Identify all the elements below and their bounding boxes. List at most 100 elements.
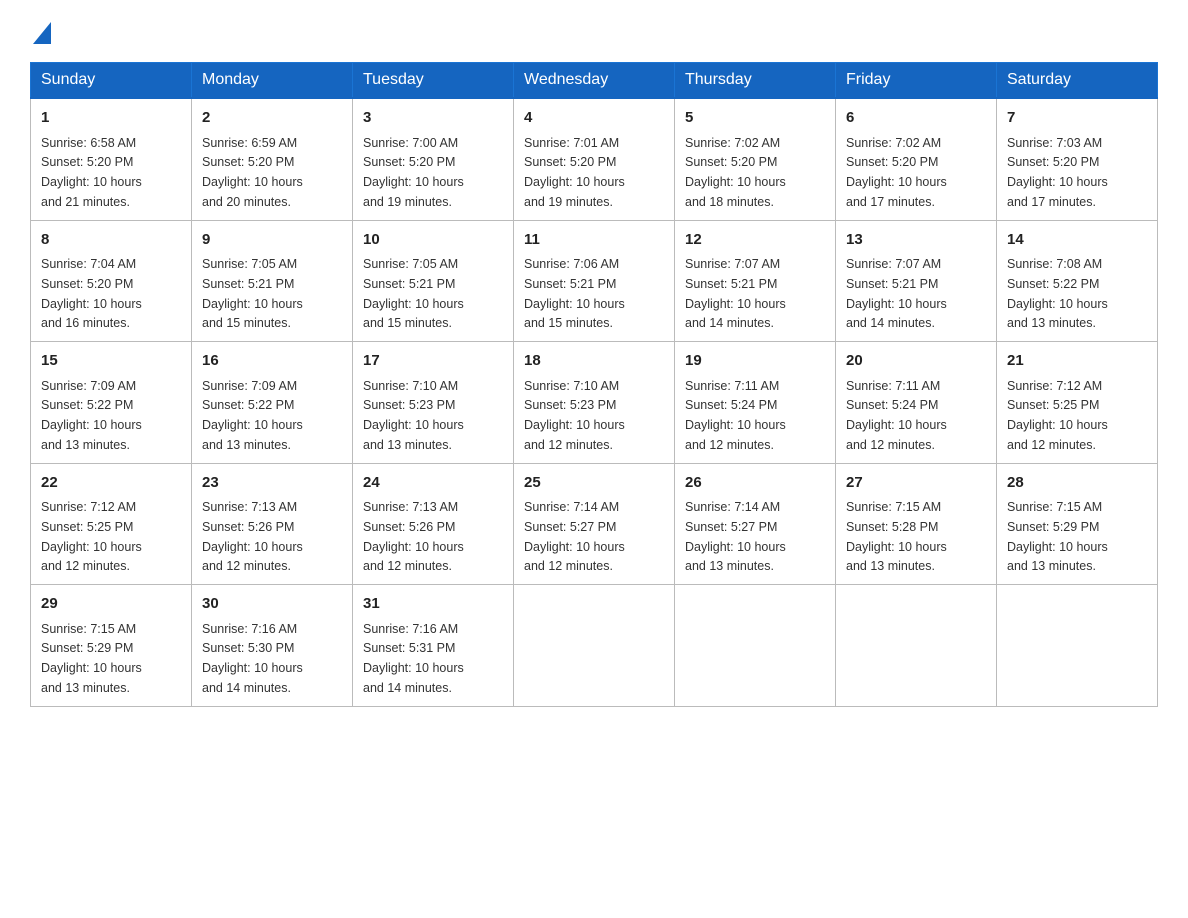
calendar-cell — [997, 585, 1158, 707]
day-info: Sunrise: 7:08 AMSunset: 5:22 PMDaylight:… — [1007, 257, 1108, 330]
calendar-cell: 4 Sunrise: 7:01 AMSunset: 5:20 PMDayligh… — [514, 98, 675, 220]
day-info: Sunrise: 7:09 AMSunset: 5:22 PMDaylight:… — [202, 379, 303, 452]
day-number: 26 — [685, 472, 825, 495]
day-info: Sunrise: 7:06 AMSunset: 5:21 PMDaylight:… — [524, 257, 625, 330]
day-info: Sunrise: 6:59 AMSunset: 5:20 PMDaylight:… — [202, 136, 303, 209]
calendar-cell: 26 Sunrise: 7:14 AMSunset: 5:27 PMDaylig… — [675, 463, 836, 585]
calendar-week-row: 1 Sunrise: 6:58 AMSunset: 5:20 PMDayligh… — [31, 98, 1158, 220]
header-monday: Monday — [192, 63, 353, 99]
calendar-cell: 10 Sunrise: 7:05 AMSunset: 5:21 PMDaylig… — [353, 220, 514, 342]
day-number: 28 — [1007, 472, 1147, 495]
calendar-cell: 25 Sunrise: 7:14 AMSunset: 5:27 PMDaylig… — [514, 463, 675, 585]
day-number: 27 — [846, 472, 986, 495]
calendar-cell: 7 Sunrise: 7:03 AMSunset: 5:20 PMDayligh… — [997, 98, 1158, 220]
day-number: 23 — [202, 472, 342, 495]
header-thursday: Thursday — [675, 63, 836, 99]
calendar-cell: 30 Sunrise: 7:16 AMSunset: 5:30 PMDaylig… — [192, 585, 353, 707]
day-number: 29 — [41, 593, 181, 616]
calendar-cell — [675, 585, 836, 707]
day-info: Sunrise: 7:02 AMSunset: 5:20 PMDaylight:… — [685, 136, 786, 209]
day-number: 30 — [202, 593, 342, 616]
day-number: 8 — [41, 229, 181, 252]
calendar-cell: 16 Sunrise: 7:09 AMSunset: 5:22 PMDaylig… — [192, 342, 353, 464]
day-info: Sunrise: 7:15 AMSunset: 5:29 PMDaylight:… — [41, 622, 142, 695]
day-number: 18 — [524, 350, 664, 373]
day-info: Sunrise: 7:13 AMSunset: 5:26 PMDaylight:… — [363, 500, 464, 573]
page-header — [30, 20, 1158, 44]
calendar-cell: 3 Sunrise: 7:00 AMSunset: 5:20 PMDayligh… — [353, 98, 514, 220]
day-number: 25 — [524, 472, 664, 495]
day-number: 24 — [363, 472, 503, 495]
day-number: 31 — [363, 593, 503, 616]
calendar-cell: 8 Sunrise: 7:04 AMSunset: 5:20 PMDayligh… — [31, 220, 192, 342]
calendar-cell: 31 Sunrise: 7:16 AMSunset: 5:31 PMDaylig… — [353, 585, 514, 707]
day-info: Sunrise: 6:58 AMSunset: 5:20 PMDaylight:… — [41, 136, 142, 209]
day-number: 20 — [846, 350, 986, 373]
calendar-week-row: 29 Sunrise: 7:15 AMSunset: 5:29 PMDaylig… — [31, 585, 1158, 707]
day-number: 11 — [524, 229, 664, 252]
calendar-cell — [836, 585, 997, 707]
calendar-week-row: 8 Sunrise: 7:04 AMSunset: 5:20 PMDayligh… — [31, 220, 1158, 342]
calendar-cell: 29 Sunrise: 7:15 AMSunset: 5:29 PMDaylig… — [31, 585, 192, 707]
day-number: 14 — [1007, 229, 1147, 252]
calendar-cell: 6 Sunrise: 7:02 AMSunset: 5:20 PMDayligh… — [836, 98, 997, 220]
header-friday: Friday — [836, 63, 997, 99]
calendar-cell: 21 Sunrise: 7:12 AMSunset: 5:25 PMDaylig… — [997, 342, 1158, 464]
day-info: Sunrise: 7:12 AMSunset: 5:25 PMDaylight:… — [1007, 379, 1108, 452]
day-info: Sunrise: 7:07 AMSunset: 5:21 PMDaylight:… — [685, 257, 786, 330]
calendar-cell: 27 Sunrise: 7:15 AMSunset: 5:28 PMDaylig… — [836, 463, 997, 585]
calendar-cell: 2 Sunrise: 6:59 AMSunset: 5:20 PMDayligh… — [192, 98, 353, 220]
header-wednesday: Wednesday — [514, 63, 675, 99]
day-number: 19 — [685, 350, 825, 373]
calendar-cell: 15 Sunrise: 7:09 AMSunset: 5:22 PMDaylig… — [31, 342, 192, 464]
calendar-week-row: 22 Sunrise: 7:12 AMSunset: 5:25 PMDaylig… — [31, 463, 1158, 585]
calendar-cell: 19 Sunrise: 7:11 AMSunset: 5:24 PMDaylig… — [675, 342, 836, 464]
calendar-week-row: 15 Sunrise: 7:09 AMSunset: 5:22 PMDaylig… — [31, 342, 1158, 464]
calendar-cell: 12 Sunrise: 7:07 AMSunset: 5:21 PMDaylig… — [675, 220, 836, 342]
header-saturday: Saturday — [997, 63, 1158, 99]
day-number: 7 — [1007, 107, 1147, 130]
calendar-cell: 17 Sunrise: 7:10 AMSunset: 5:23 PMDaylig… — [353, 342, 514, 464]
day-number: 21 — [1007, 350, 1147, 373]
calendar-cell: 24 Sunrise: 7:13 AMSunset: 5:26 PMDaylig… — [353, 463, 514, 585]
day-info: Sunrise: 7:03 AMSunset: 5:20 PMDaylight:… — [1007, 136, 1108, 209]
day-info: Sunrise: 7:09 AMSunset: 5:22 PMDaylight:… — [41, 379, 142, 452]
day-number: 6 — [846, 107, 986, 130]
day-number: 4 — [524, 107, 664, 130]
day-info: Sunrise: 7:11 AMSunset: 5:24 PMDaylight:… — [685, 379, 786, 452]
day-number: 1 — [41, 107, 181, 130]
day-number: 15 — [41, 350, 181, 373]
day-info: Sunrise: 7:14 AMSunset: 5:27 PMDaylight:… — [685, 500, 786, 573]
calendar-cell: 23 Sunrise: 7:13 AMSunset: 5:26 PMDaylig… — [192, 463, 353, 585]
calendar-cell: 28 Sunrise: 7:15 AMSunset: 5:29 PMDaylig… — [997, 463, 1158, 585]
day-number: 9 — [202, 229, 342, 252]
day-info: Sunrise: 7:10 AMSunset: 5:23 PMDaylight:… — [363, 379, 464, 452]
day-number: 16 — [202, 350, 342, 373]
day-info: Sunrise: 7:15 AMSunset: 5:28 PMDaylight:… — [846, 500, 947, 573]
calendar-cell — [514, 585, 675, 707]
logo-triangle-icon — [33, 22, 51, 44]
day-info: Sunrise: 7:07 AMSunset: 5:21 PMDaylight:… — [846, 257, 947, 330]
day-number: 10 — [363, 229, 503, 252]
calendar-table: SundayMondayTuesdayWednesdayThursdayFrid… — [30, 62, 1158, 707]
day-info: Sunrise: 7:05 AMSunset: 5:21 PMDaylight:… — [202, 257, 303, 330]
header-tuesday: Tuesday — [353, 63, 514, 99]
calendar-cell: 11 Sunrise: 7:06 AMSunset: 5:21 PMDaylig… — [514, 220, 675, 342]
calendar-cell: 13 Sunrise: 7:07 AMSunset: 5:21 PMDaylig… — [836, 220, 997, 342]
day-info: Sunrise: 7:12 AMSunset: 5:25 PMDaylight:… — [41, 500, 142, 573]
day-info: Sunrise: 7:10 AMSunset: 5:23 PMDaylight:… — [524, 379, 625, 452]
calendar-cell: 22 Sunrise: 7:12 AMSunset: 5:25 PMDaylig… — [31, 463, 192, 585]
day-info: Sunrise: 7:15 AMSunset: 5:29 PMDaylight:… — [1007, 500, 1108, 573]
day-info: Sunrise: 7:14 AMSunset: 5:27 PMDaylight:… — [524, 500, 625, 573]
day-number: 13 — [846, 229, 986, 252]
logo — [30, 20, 51, 44]
day-info: Sunrise: 7:04 AMSunset: 5:20 PMDaylight:… — [41, 257, 142, 330]
day-number: 2 — [202, 107, 342, 130]
day-info: Sunrise: 7:11 AMSunset: 5:24 PMDaylight:… — [846, 379, 947, 452]
day-number: 17 — [363, 350, 503, 373]
day-info: Sunrise: 7:16 AMSunset: 5:30 PMDaylight:… — [202, 622, 303, 695]
calendar-cell: 9 Sunrise: 7:05 AMSunset: 5:21 PMDayligh… — [192, 220, 353, 342]
header-sunday: Sunday — [31, 63, 192, 99]
calendar-cell: 20 Sunrise: 7:11 AMSunset: 5:24 PMDaylig… — [836, 342, 997, 464]
day-info: Sunrise: 7:05 AMSunset: 5:21 PMDaylight:… — [363, 257, 464, 330]
